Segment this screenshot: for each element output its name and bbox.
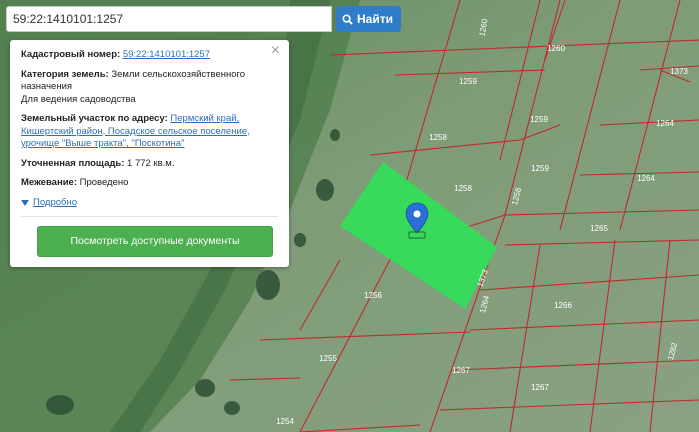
cadastral-row: Кадастровый номер: 59:22:1410101:1257	[21, 49, 278, 62]
area-label: Уточненная площадь:	[21, 157, 125, 169]
parcel-label: 1258	[429, 133, 447, 142]
parcel-label: 1256	[364, 291, 382, 300]
address-label: Земельный участок по адресу:	[21, 113, 168, 124]
area-row: Уточненная площадь: 1 772 кв.м.	[21, 158, 278, 171]
view-documents-button[interactable]: Посмотреть доступные документы	[37, 226, 273, 257]
triangle-down-icon	[21, 199, 29, 206]
parcel-label: 1254	[276, 417, 294, 426]
parcel-info-panel: × Кадастровый номер: 59:22:1410101:1257 …	[10, 40, 289, 267]
parcel-label: 1266	[554, 301, 572, 310]
cadastral-label: Кадастровый номер:	[21, 49, 121, 60]
parcel-label: 1255	[319, 354, 337, 363]
parcel-label: 1267	[531, 383, 549, 392]
cadastral-search-input[interactable]	[6, 6, 332, 32]
survey-label: Межевание:	[21, 177, 77, 188]
search-bar: Найти	[6, 6, 401, 32]
search-button-label: Найти	[357, 12, 393, 26]
survey-value: Проведено	[79, 177, 129, 188]
parcel-label: 1258	[454, 184, 472, 193]
parcel-label: 1267	[452, 366, 470, 375]
parcel-label: 1260	[547, 44, 565, 53]
survey-row: Межевание: Проведено	[21, 177, 278, 190]
location-pin-icon[interactable]	[405, 202, 429, 239]
parcel-label: 1373	[670, 67, 688, 76]
parcel-label: 1264	[637, 174, 655, 183]
category-label: Категория земель:	[21, 68, 109, 80]
parcel-label: 1259	[530, 115, 548, 124]
parcel-label: 1259	[459, 77, 477, 86]
parcel-label: 1264	[656, 119, 674, 128]
parcel-label: 1265	[590, 224, 608, 233]
area-value: 1 772 кв.м.	[127, 157, 175, 169]
details-link-label: Подробно	[33, 196, 77, 208]
search-icon	[342, 13, 353, 25]
search-button[interactable]: Найти	[336, 6, 401, 32]
cadastral-number-link[interactable]: 59:22:1410101:1257	[123, 49, 210, 60]
divider	[21, 216, 278, 217]
address-row: Земельный участок по адресу: Пермский кр…	[21, 113, 278, 151]
parcel-label: 1259	[531, 164, 549, 173]
category-row: Категория земель: Земли сельскохозяйстве…	[21, 69, 278, 107]
details-toggle[interactable]: Подробно	[21, 197, 278, 210]
land-use-value: Для ведения садоводства	[21, 93, 136, 105]
close-icon[interactable]: ×	[271, 43, 280, 59]
